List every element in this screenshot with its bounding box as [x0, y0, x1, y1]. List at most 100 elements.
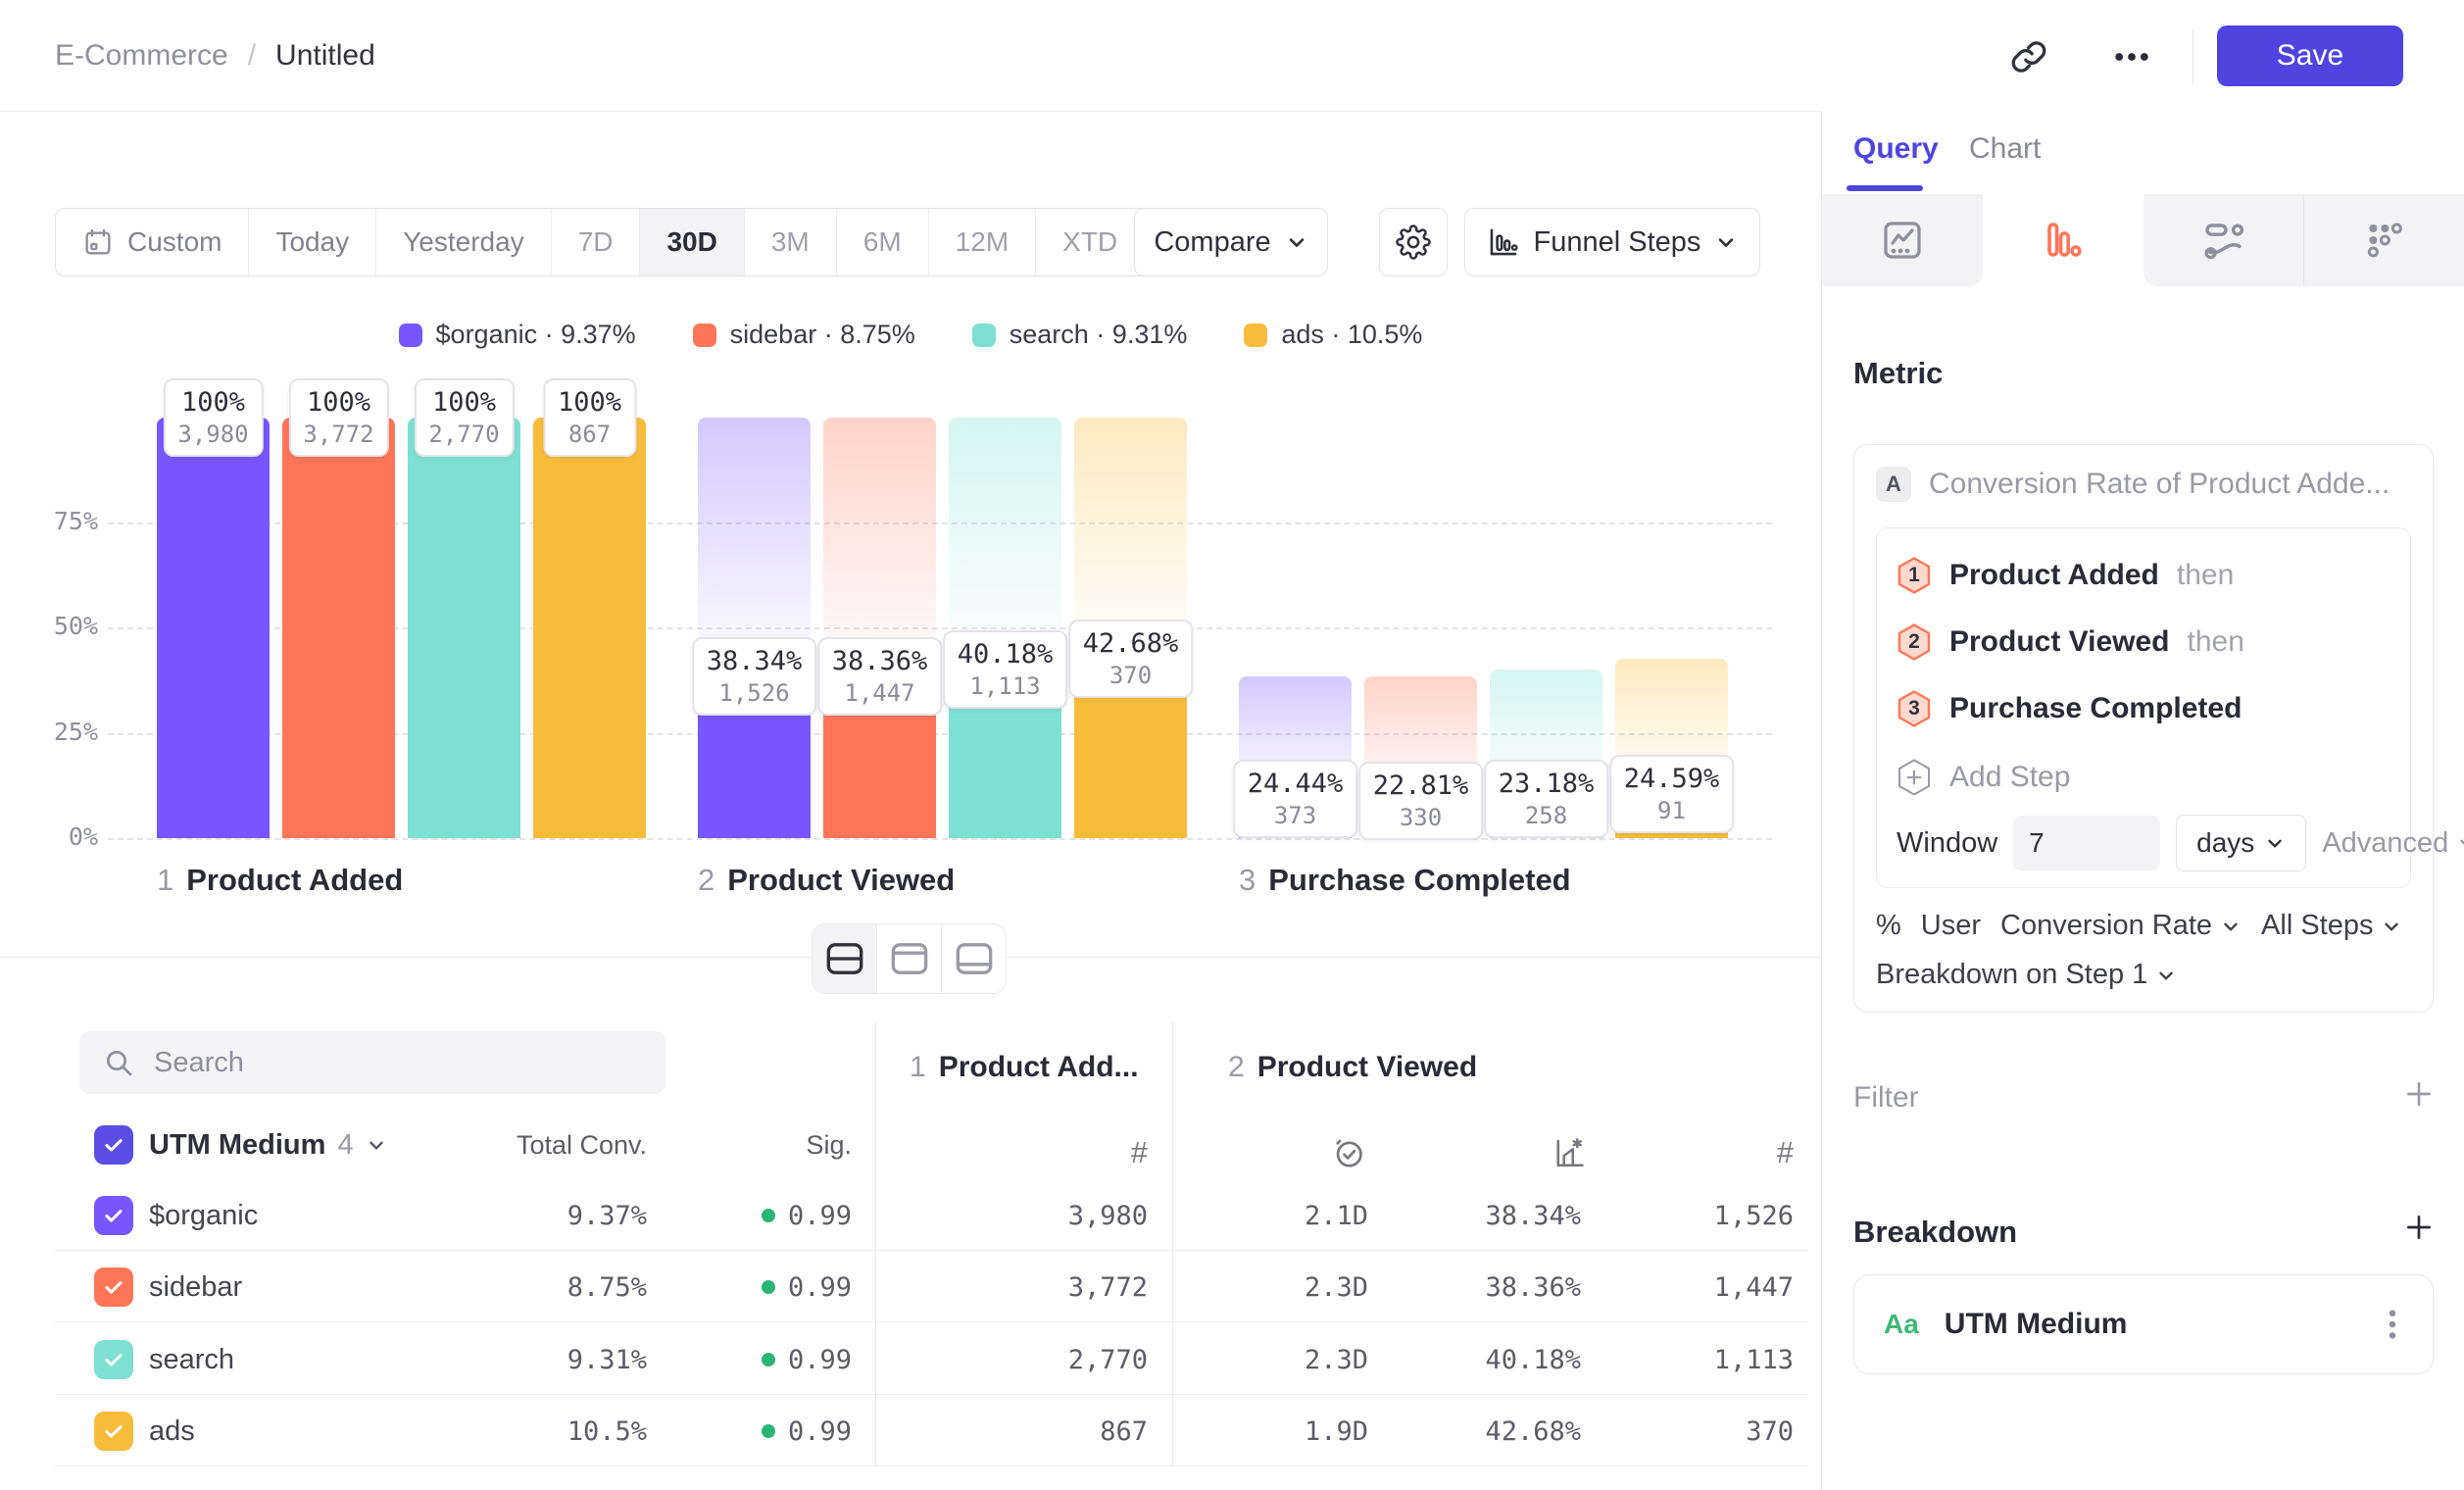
bar-ads-step1[interactable] — [533, 418, 646, 838]
row-checkbox[interactable] — [94, 1412, 133, 1451]
window-value-input[interactable] — [2013, 816, 2160, 870]
row-name: sidebar — [149, 1253, 242, 1321]
tab-query[interactable]: Query — [1853, 132, 1939, 166]
breakdown-column-header[interactable]: UTM Medium 4 — [149, 1125, 387, 1165]
retention-icon — [2361, 217, 2408, 264]
measure-metric-dropdown[interactable]: Conversion Rate — [2000, 910, 2242, 942]
row-total-conv: 10.5% — [451, 1416, 647, 1447]
table-row-ads[interactable]: ads10.5%0.998671.9D42.68%370 — [0, 1397, 1821, 1465]
tab-chart[interactable]: Chart — [1969, 132, 2041, 166]
chart-step-label-2: 2Product Viewed — [698, 863, 955, 898]
tab-insights[interactable] — [1822, 194, 1983, 286]
query-step-3[interactable]: 3Purchase Completed — [1877, 675, 2410, 742]
row-checkbox[interactable] — [94, 1340, 133, 1379]
metric-title-row[interactable]: A Conversion Rate of Product Adde... — [1876, 467, 2390, 502]
breakdown-item[interactable]: Aa UTM Medium — [1853, 1274, 2434, 1374]
bar-organic-step1[interactable] — [157, 418, 270, 838]
measure-scope-dropdown[interactable]: All Steps — [2261, 910, 2402, 942]
report-title[interactable]: Untitled — [275, 39, 375, 73]
chart-type-button[interactable]: Funnel Steps — [1464, 208, 1760, 276]
add-step-button[interactable]: Add Step — [1877, 748, 2410, 807]
ellipsis-icon — [2110, 35, 2153, 78]
table-row-sidebar[interactable]: sidebar8.75%0.993,7722.3D38.36%1,447 — [0, 1253, 1821, 1321]
range-custom[interactable]: Custom — [56, 209, 248, 275]
more-actions-button[interactable] — [2097, 35, 2166, 78]
sig-header[interactable]: Sig. — [705, 1130, 852, 1161]
tab-flows[interactable] — [2144, 194, 2304, 286]
step-then-label: then — [2177, 559, 2234, 592]
count-column-icon[interactable]: # — [952, 1135, 1148, 1170]
breakdown-on-dropdown[interactable]: Breakdown on Step 1 — [1876, 959, 2177, 991]
table-search — [79, 1031, 665, 1094]
add-filter-button[interactable] — [2402, 1077, 2436, 1111]
tab-retention[interactable] — [2304, 194, 2464, 286]
range-6m[interactable]: 6M — [836, 209, 928, 275]
table-step1-group-header: 1 Product Add... — [910, 1051, 1139, 1084]
row-sig: 0.99 — [705, 1272, 852, 1303]
row-name: search — [149, 1325, 234, 1394]
conv-rate-column-icon[interactable] — [1552, 1135, 1587, 1170]
row-separator — [55, 1394, 1808, 1395]
table-step2-group-header: 2 Product Viewed — [1228, 1051, 1477, 1084]
range-12m[interactable]: 12M — [928, 209, 1035, 275]
avg-time-column-icon[interactable] — [1331, 1135, 1366, 1170]
row-step2-time: 2.1D — [1172, 1201, 1368, 1231]
row-step1-count: 2,770 — [952, 1345, 1148, 1375]
total-conv-header[interactable]: Total Conv. — [451, 1130, 647, 1161]
row-step2-time: 2.3D — [1172, 1345, 1368, 1375]
bar-value-label: 23.18%258 — [1484, 760, 1609, 838]
add-breakdown-button[interactable] — [2402, 1211, 2436, 1244]
property-type-badge: Aa — [1884, 1309, 1919, 1340]
measure-entity[interactable]: User — [1921, 910, 1981, 942]
range-7d[interactable]: 7D — [551, 209, 640, 275]
bar-value-label: 100%3,980 — [163, 378, 263, 457]
legend-item-sidebar[interactable]: sidebar · 8.75% — [693, 320, 915, 350]
query-step-1[interactable]: 1Product Addedthen — [1877, 542, 2410, 609]
measure-prefix[interactable]: % — [1876, 910, 1901, 942]
window-unit-dropdown[interactable]: days — [2176, 815, 2306, 871]
kebab-menu-icon[interactable] — [2376, 1305, 2409, 1344]
tab-funnels[interactable] — [1983, 194, 2144, 286]
bar-sidebar-step1[interactable] — [282, 418, 395, 838]
range-yesterday[interactable]: Yesterday — [375, 209, 551, 275]
chevron-down-icon — [366, 1134, 387, 1156]
add-step-label: Add Step — [1949, 761, 2070, 794]
table-row-search[interactable]: search9.31%0.992,7702.3D40.18%1,113 — [0, 1325, 1821, 1394]
select-all-checkbox[interactable] — [94, 1125, 133, 1165]
funnels-icon — [2040, 217, 2087, 264]
chevron-down-icon — [2155, 965, 2177, 986]
range-30d[interactable]: 30D — [639, 209, 743, 275]
copy-link-button[interactable] — [1999, 35, 2058, 78]
legend-label: sidebar · 8.75% — [730, 320, 915, 350]
row-checkbox[interactable] — [94, 1196, 133, 1235]
gear-icon — [1396, 224, 1431, 260]
advanced-dropdown[interactable]: Advanced — [2322, 827, 2464, 860]
bar-value-label: 40.18%1,113 — [943, 630, 1068, 709]
layout-table-only-button[interactable] — [941, 924, 1006, 993]
layout-bottom-icon — [955, 941, 994, 976]
layout-split-button[interactable] — [813, 924, 876, 993]
chevron-down-icon — [2220, 916, 2242, 937]
legend-item-search[interactable]: search · 9.31% — [972, 320, 1188, 350]
row-step1-count: 3,980 — [952, 1201, 1148, 1231]
save-button[interactable]: Save — [2217, 25, 2403, 86]
layout-chart-only-button[interactable] — [876, 924, 941, 993]
search-input[interactable] — [152, 1046, 626, 1080]
compare-button[interactable]: Compare — [1134, 208, 1328, 276]
row-step2-rate: 42.68% — [1385, 1416, 1581, 1447]
chart-settings-button[interactable] — [1379, 208, 1448, 276]
range-today[interactable]: Today — [248, 209, 375, 275]
legend-item-ads[interactable]: ads · 10.5% — [1244, 320, 1422, 350]
query-step-2[interactable]: 2Product Viewedthen — [1877, 609, 2410, 675]
step-number-hexagon: 1 — [1897, 556, 1932, 595]
breadcrumb-project[interactable]: E-Commerce — [55, 39, 228, 73]
bar-search-step1[interactable] — [408, 418, 520, 838]
range-3m[interactable]: 3M — [744, 209, 836, 275]
row-checkbox[interactable] — [94, 1267, 133, 1307]
table-row-organic[interactable]: $organic9.37%0.993,9802.1D38.34%1,526 — [0, 1181, 1821, 1250]
bar-value-label: 100%3,772 — [288, 378, 388, 457]
legend-item-organic[interactable]: $organic · 9.37% — [399, 320, 636, 350]
row-step2-rate: 40.18% — [1385, 1345, 1581, 1375]
legend-swatch — [399, 323, 422, 347]
count-column-icon[interactable]: # — [1598, 1135, 1794, 1170]
